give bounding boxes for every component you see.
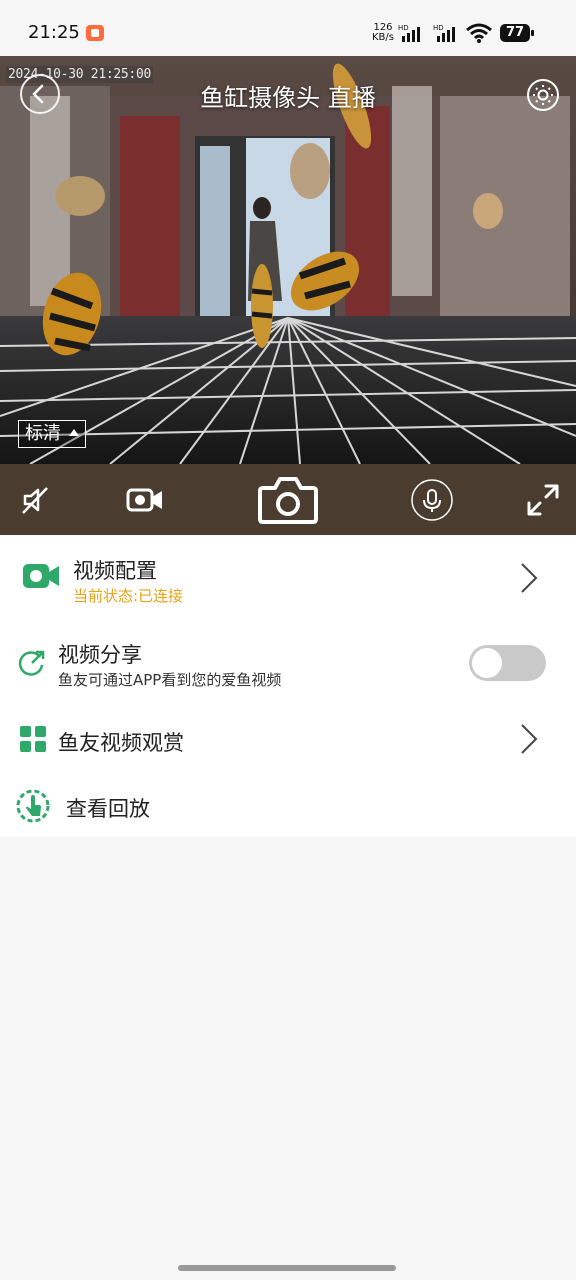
playback-label: 查看回放 [66,797,150,821]
camera-icon [258,476,318,524]
svg-text:HD: HD [398,24,409,32]
video-share-label: 视频分享 [58,643,142,667]
gear-icon[interactable] [526,78,560,112]
mute-button[interactable] [18,464,52,535]
fish-videos-label: 鱼友视频观赏 [58,731,184,755]
snapshot-button[interactable] [256,464,320,535]
record-button[interactable] [124,464,166,535]
home-indicator[interactable] [178,1265,396,1271]
wifi-icon [466,23,492,43]
screen-record-icon [86,25,104,41]
svg-text:HD: HD [433,24,444,32]
network-speed: 126 KB/s [372,22,394,43]
options-list: 视频配置 当前状态:已连接 视频分享 鱼友可通过APP看到您的爱鱼视频 鱼友视频… [0,535,576,837]
expand-icon [527,484,559,515]
battery-indicator: 77 [500,24,534,42]
playback-touch-icon [16,789,50,823]
cell-signal-icon: HD [398,24,420,42]
cell-signal-2-icon: HD [433,24,455,42]
playback-row[interactable]: 查看回放 [0,771,576,837]
toggle-knob [472,648,502,678]
video-config-icon [23,564,59,588]
aquarium-scene [0,56,576,464]
video-config-label: 视频配置 [73,559,157,583]
chevron-right-icon [521,724,538,754]
caret-up-icon [69,429,79,436]
status-bar: 21:25 126 KB/s HD HD 77 [0,0,576,56]
connection-status: 当前状态:已连接 [73,587,184,605]
video-share-description: 鱼友可通过APP看到您的爱鱼视频 [58,671,282,689]
video-share-toggle[interactable] [469,645,546,681]
quality-selector[interactable]: 标清 [18,420,86,448]
chevron-right-icon [521,563,538,593]
clock: 21:25 [28,22,80,43]
speaker-mute-icon [22,486,48,514]
live-video-view[interactable]: 2024-10-30 21:25:00 鱼缸摄像头 直播 标清 [0,56,576,464]
share-icon [18,650,45,676]
talk-button[interactable] [410,464,454,535]
microphone-icon [411,478,453,521]
video-control-bar [0,464,576,535]
video-config-row[interactable]: 视频配置 当前状态:已连接 [0,535,576,617]
video-camera-icon [126,488,162,511]
fish-videos-row[interactable]: 鱼友视频观赏 [0,707,576,771]
page-title: 鱼缸摄像头 直播 [200,84,376,112]
fullscreen-button[interactable] [524,464,562,535]
quality-label: 标清 [25,423,61,444]
grid-apps-icon [20,726,46,752]
